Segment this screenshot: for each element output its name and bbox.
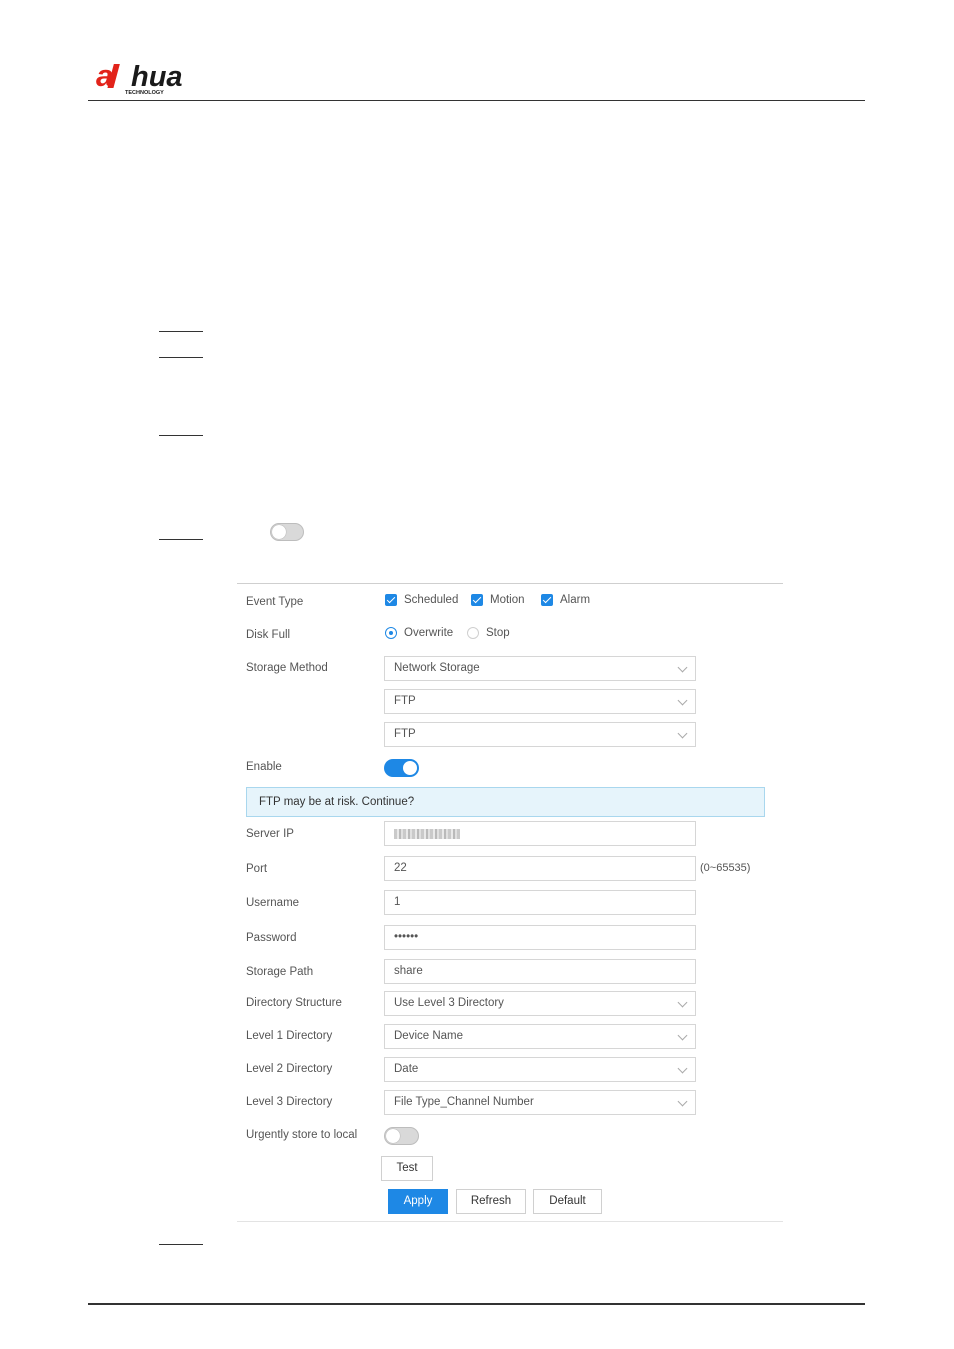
- checkbox-label: Motion: [490, 594, 525, 606]
- chevron-down-icon: [677, 1096, 688, 1107]
- level3-directory-label: Level 3 Directory: [246, 1096, 333, 1108]
- port-label: Port: [246, 863, 268, 875]
- urgent-local-label: Urgently store to local: [246, 1129, 358, 1141]
- radio-label: Overwrite: [404, 627, 454, 639]
- event-type-label: Event Type: [246, 596, 304, 608]
- protocol-mode-select[interactable]: FTP: [384, 722, 696, 747]
- radio-unselected-icon: [467, 627, 479, 639]
- select-value: Date: [394, 1063, 419, 1075]
- select-value: FTP: [394, 728, 416, 740]
- svg-text:TECHNOLOGY: TECHNOLOGY: [125, 90, 164, 96]
- port-input[interactable]: 22: [384, 856, 696, 881]
- select-value: File Type_Channel Number: [394, 1096, 534, 1108]
- radio-selected-icon: [385, 627, 397, 639]
- step-marker: [159, 435, 203, 436]
- checkbox-label: Alarm: [560, 594, 591, 606]
- refresh-button[interactable]: Refresh: [456, 1189, 526, 1214]
- select-value: Network Storage: [394, 662, 480, 674]
- chevron-down-icon: [677, 728, 688, 739]
- chevron-down-icon: [677, 1063, 688, 1074]
- enable-toggle[interactable]: [384, 759, 419, 777]
- server-ip-label: Server IP: [246, 828, 294, 840]
- alarm-checkbox[interactable]: Alarm: [541, 594, 590, 606]
- username-label: Username: [246, 897, 300, 909]
- inline-toggle-icon: [270, 523, 304, 541]
- directory-structure-select[interactable]: Use Level 3 Directory: [384, 991, 696, 1016]
- overwrite-radio[interactable]: Overwrite: [385, 627, 453, 639]
- urgent-local-toggle[interactable]: [384, 1127, 419, 1145]
- level2-directory-select[interactable]: Date: [384, 1057, 696, 1082]
- level1-directory-select[interactable]: Device Name: [384, 1024, 696, 1049]
- select-value: FTP: [394, 695, 416, 707]
- level3-directory-select[interactable]: File Type_Channel Number: [384, 1090, 696, 1115]
- step-marker: [159, 1244, 203, 1245]
- select-value: Device Name: [394, 1030, 464, 1042]
- storage-path-label: Storage Path: [246, 966, 314, 978]
- checkbox-checked-icon: [541, 594, 553, 606]
- select-value: Use Level 3 Directory: [394, 997, 504, 1009]
- step-marker: [159, 357, 203, 358]
- port-range-hint: (0~65535): [700, 862, 751, 874]
- checkbox-checked-icon: [471, 594, 483, 606]
- storage-method-label: Storage Method: [246, 662, 328, 674]
- footer-divider: [88, 1303, 865, 1305]
- level2-directory-label: Level 2 Directory: [246, 1063, 333, 1075]
- svg-text:hua: hua: [131, 61, 183, 93]
- checkbox-label: Scheduled: [404, 594, 459, 606]
- directory-structure-label: Directory Structure: [246, 997, 342, 1009]
- disk-full-label: Disk Full: [246, 629, 291, 641]
- enable-label: Enable: [246, 761, 282, 773]
- chevron-down-icon: [677, 1030, 688, 1041]
- redacted-ip: [394, 829, 460, 839]
- step-marker: [159, 539, 203, 540]
- apply-button[interactable]: Apply: [388, 1189, 448, 1214]
- password-input[interactable]: ••••••: [384, 925, 696, 950]
- username-input[interactable]: 1: [384, 890, 696, 915]
- storage-method-select[interactable]: Network Storage: [384, 656, 696, 681]
- scheduled-checkbox[interactable]: Scheduled: [385, 594, 458, 606]
- password-label: Password: [246, 932, 297, 944]
- chevron-down-icon: [677, 695, 688, 706]
- chevron-down-icon: [677, 662, 688, 673]
- chevron-down-icon: [677, 997, 688, 1008]
- header-divider: [88, 100, 865, 101]
- level1-directory-label: Level 1 Directory: [246, 1030, 333, 1042]
- protocol-select[interactable]: FTP: [384, 689, 696, 714]
- motion-checkbox[interactable]: Motion: [471, 594, 525, 606]
- radio-label: Stop: [486, 627, 510, 639]
- default-button[interactable]: Default: [533, 1189, 602, 1214]
- stop-radio[interactable]: Stop: [467, 627, 510, 639]
- checkbox-checked-icon: [385, 594, 397, 606]
- ftp-risk-alert: FTP may be at risk. Continue?: [246, 787, 765, 817]
- dahua-logo: a hua TECHNOLOGY: [96, 58, 183, 96]
- server-ip-input[interactable]: [384, 821, 696, 846]
- test-button[interactable]: Test: [381, 1156, 433, 1181]
- storage-path-input[interactable]: share: [384, 959, 696, 984]
- step-marker: [159, 331, 203, 332]
